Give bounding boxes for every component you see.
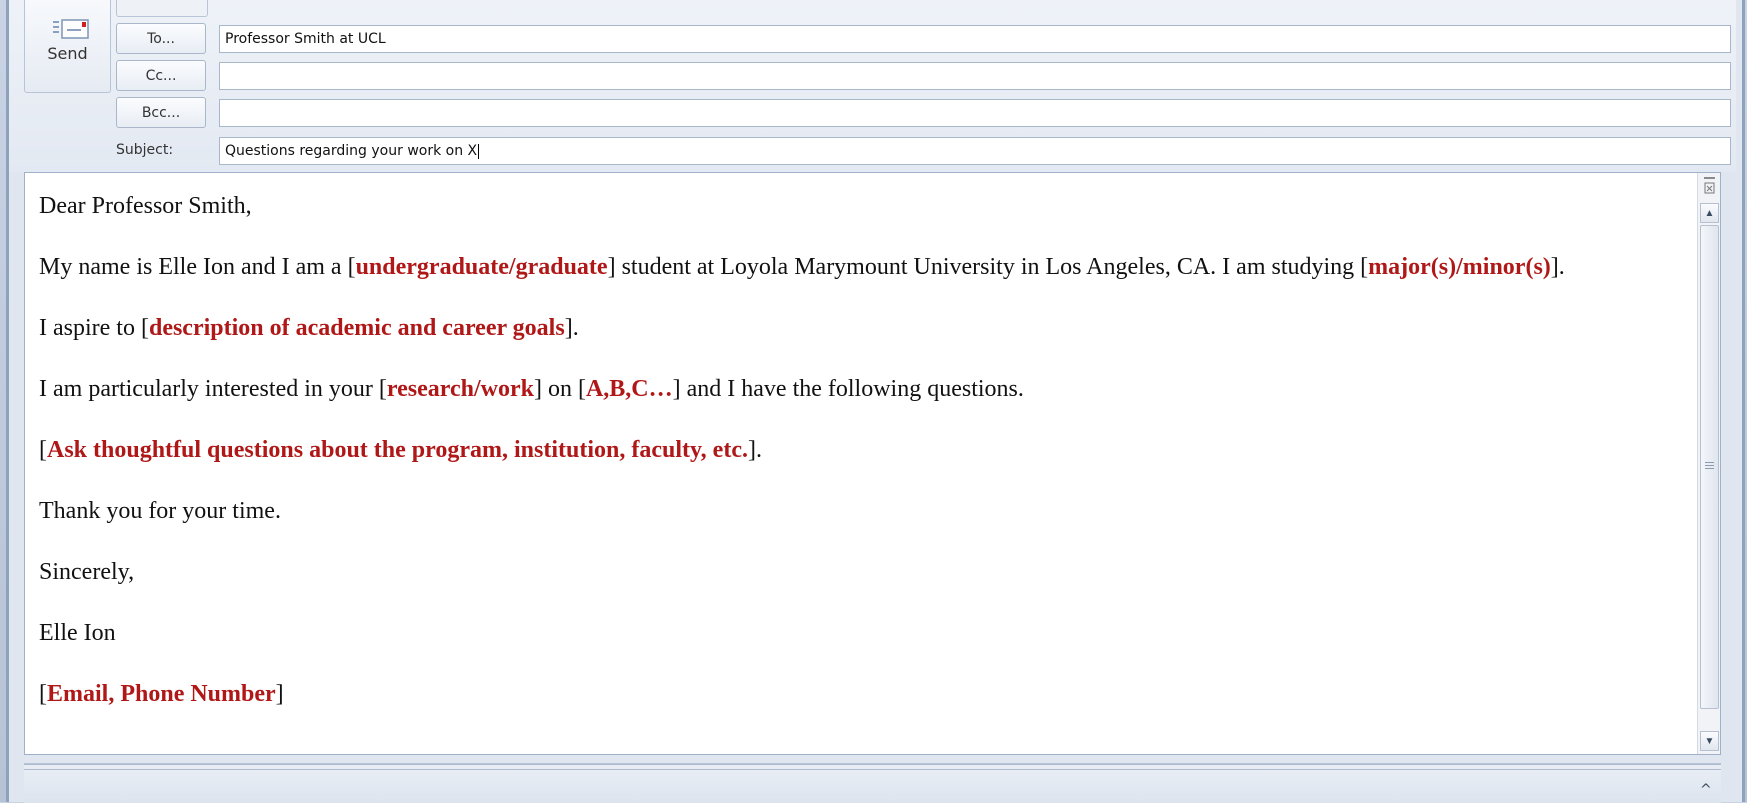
- thanks-line: Thank you for your time.: [39, 498, 281, 524]
- questions-text-2: ].: [747, 437, 762, 463]
- placeholder-questions: Ask thoughtful questions about the progr…: [47, 437, 748, 463]
- send-label: Send: [47, 44, 88, 63]
- questions-paragraph: [Ask thoughtful questions about the prog…: [39, 435, 1679, 466]
- pane-divider[interactable]: [24, 764, 1721, 770]
- interest-text-3: ] and I have the following questions.: [672, 376, 1024, 402]
- format-icon[interactable]: [1701, 175, 1718, 197]
- scrollbar-thumb[interactable]: [1700, 225, 1719, 709]
- contact-text-2: ]: [275, 681, 284, 707]
- subject-field[interactable]: Questions regarding your work on X: [219, 137, 1731, 165]
- message-body[interactable]: Dear Professor Smith, My name is Elle Io…: [24, 172, 1721, 755]
- goals-text-1: I aspire to [: [39, 315, 149, 341]
- placeholder-topics: A,B,C…: [585, 376, 673, 402]
- placeholder-contact: Email, Phone Number: [47, 681, 276, 707]
- message-content[interactable]: Dear Professor Smith, My name is Elle Io…: [39, 191, 1679, 740]
- bcc-field[interactable]: [219, 99, 1731, 127]
- greeting: Dear Professor Smith,: [39, 193, 252, 219]
- grip-icon: [1705, 462, 1714, 471]
- goals-paragraph: I aspire to [description of academic and…: [39, 313, 1679, 344]
- contact-text-1: [: [39, 681, 47, 707]
- interest-text-1: I am particularly interested in your [: [39, 376, 387, 402]
- interest-text-2: ] on [: [533, 376, 586, 402]
- intro-text-1: My name is Elle Ion and I am a [: [39, 254, 356, 280]
- intro-text-3: ].: [1550, 254, 1565, 280]
- placeholder-goals: description of academic and career goals: [148, 315, 565, 341]
- goals-text-2: ].: [564, 315, 579, 341]
- compose-header: Send To... Cc... Bcc... Subject: Profess…: [9, 0, 1736, 172]
- closing-line: Sincerely,: [39, 559, 135, 585]
- contact-paragraph: [Email, Phone Number]: [39, 679, 1679, 710]
- bcc-button[interactable]: Bcc...: [116, 97, 206, 128]
- placeholder-research: research/work: [386, 376, 534, 402]
- arrow-down-icon[interactable]: ▼: [1700, 731, 1719, 751]
- placeholder-major: major(s)/minor(s): [1368, 254, 1551, 280]
- send-button[interactable]: Send: [24, 0, 111, 93]
- intro-text-2: ] student at Loyola Marymount University…: [607, 254, 1369, 280]
- to-button[interactable]: To...: [116, 23, 206, 54]
- to-field[interactable]: Professor Smith at UCL: [219, 25, 1731, 53]
- cc-field[interactable]: [219, 62, 1731, 90]
- vertical-scrollbar[interactable]: ▲ ▼: [1697, 173, 1720, 754]
- send-envelope-icon: [53, 19, 89, 39]
- arrow-up-icon[interactable]: ▲: [1700, 203, 1719, 223]
- chevron-up-icon[interactable]: ^: [1700, 782, 1712, 798]
- cc-button[interactable]: Cc...: [116, 60, 206, 91]
- signature-name: Elle Ion: [39, 620, 116, 646]
- from-button-partial[interactable]: [116, 0, 208, 17]
- text-caret: [478, 143, 480, 159]
- subject-field-value: Questions regarding your work on X: [225, 143, 478, 159]
- interest-paragraph: I am particularly interested in your [re…: [39, 374, 1679, 405]
- placeholder-level: undergraduate/graduate: [355, 254, 608, 280]
- questions-text-1: [: [39, 437, 47, 463]
- subject-label: Subject:: [116, 142, 174, 158]
- intro-paragraph: My name is Elle Ion and I am a [undergra…: [39, 252, 1679, 283]
- to-field-value: Professor Smith at UCL: [225, 31, 386, 47]
